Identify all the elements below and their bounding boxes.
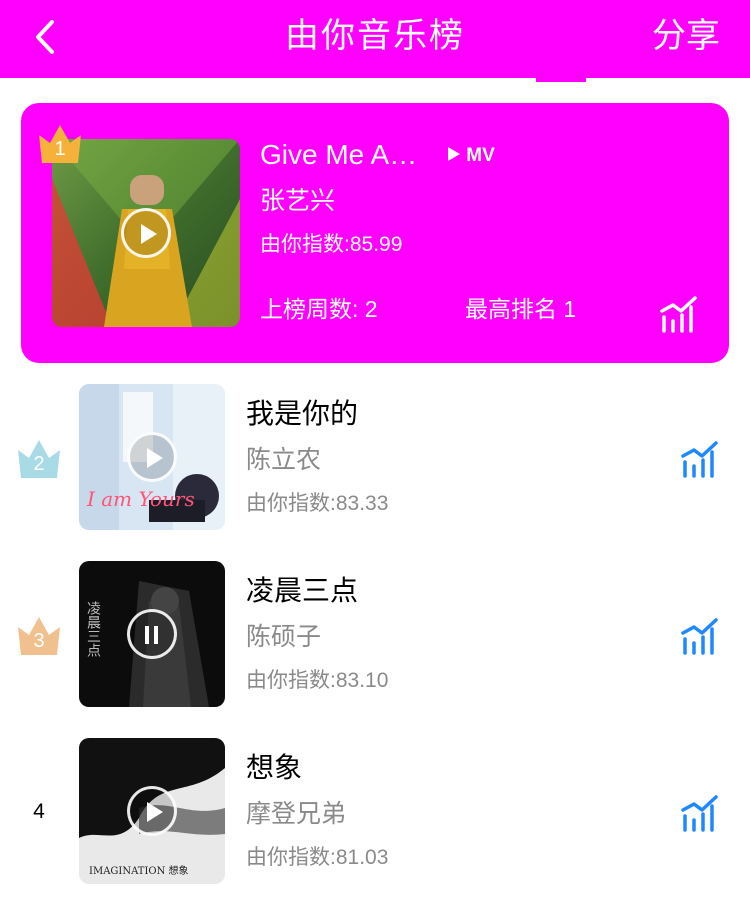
artist-name: 陈硕子 (246, 623, 322, 651)
rank-number: 2 (33, 453, 45, 475)
play-icon (448, 147, 460, 161)
cover-text: I am Yours (86, 487, 195, 511)
artist-name: 摩登兄弟 (246, 800, 347, 828)
play-button[interactable] (127, 432, 177, 482)
trend-chart-icon (681, 795, 718, 832)
rank-number: 1 (54, 138, 66, 160)
share-button[interactable]: 分享 (652, 14, 720, 58)
trend-button[interactable] (680, 792, 720, 832)
play-button[interactable] (127, 786, 177, 836)
play-button[interactable] (121, 208, 171, 258)
mv-button[interactable]: MV (447, 143, 495, 169)
rank-crown-silver: 2 (16, 438, 62, 480)
index-score: 由你指数:83.33 (246, 492, 389, 515)
play-icon (147, 448, 163, 468)
song-title: 我是你的 (246, 398, 359, 429)
featured-index: 由你指数:85.99 (260, 233, 403, 256)
weeks-on-chart: 上榜周数: 2 (260, 296, 378, 322)
trend-chart-icon (681, 618, 718, 655)
featured-artist: 张艺兴 (260, 187, 336, 215)
rank-number: 3 (33, 630, 45, 652)
album-cover: 凌晨三点 (79, 561, 225, 707)
featured-album-cover (52, 139, 240, 327)
trend-button[interactable] (680, 438, 720, 478)
trend-chart-icon (681, 441, 718, 478)
header-tab-indicator (536, 76, 586, 82)
rank-crown-bronze: 3 (16, 615, 62, 657)
index-score: 由你指数:83.10 (246, 669, 389, 692)
mv-label: MV (466, 145, 495, 166)
pause-button[interactable] (127, 609, 177, 659)
album-cover: IMAGINATION 想象 (79, 738, 225, 884)
album-cover: I am Yours (79, 384, 225, 530)
chart-row[interactable]: 4 IMAGINATION 想象 想象 摩登兄弟 由你指数:81.03 (0, 738, 750, 888)
pause-icon (145, 626, 158, 644)
trend-button[interactable] (680, 615, 720, 655)
peak-rank: 最高排名 1 (465, 296, 577, 322)
rank-crown-gold: 1 (37, 123, 83, 165)
rank-number: 4 (33, 800, 45, 823)
featured-song-title: Give Me A… (260, 139, 418, 170)
song-title: 想象 (246, 752, 303, 783)
chart-row[interactable]: 2 I am Yours 我是你的 陈立农 由你指数:83.33 (0, 384, 750, 534)
index-score: 由你指数:81.03 (246, 846, 389, 869)
cover-text: 凌晨三点 (85, 601, 101, 657)
featured-song-card[interactable]: 1 Give Me A… MV 张艺兴 由你指数:85.99 上榜周数: 2 最… (21, 103, 729, 363)
play-icon (141, 224, 157, 244)
chart-row[interactable]: 3 凌晨三点 凌晨三点 陈硕子 由你指数:83.10 (0, 561, 750, 711)
cover-text: IMAGINATION 想象 (89, 864, 189, 877)
trend-chart-icon (660, 296, 697, 333)
song-title: 凌晨三点 (246, 575, 359, 606)
page-title: 由你音乐榜 (285, 17, 465, 55)
trend-button[interactable] (659, 293, 699, 333)
top-bar: 由你音乐榜 分享 (0, 0, 750, 78)
play-icon (147, 802, 163, 822)
artist-name: 陈立农 (246, 446, 322, 474)
